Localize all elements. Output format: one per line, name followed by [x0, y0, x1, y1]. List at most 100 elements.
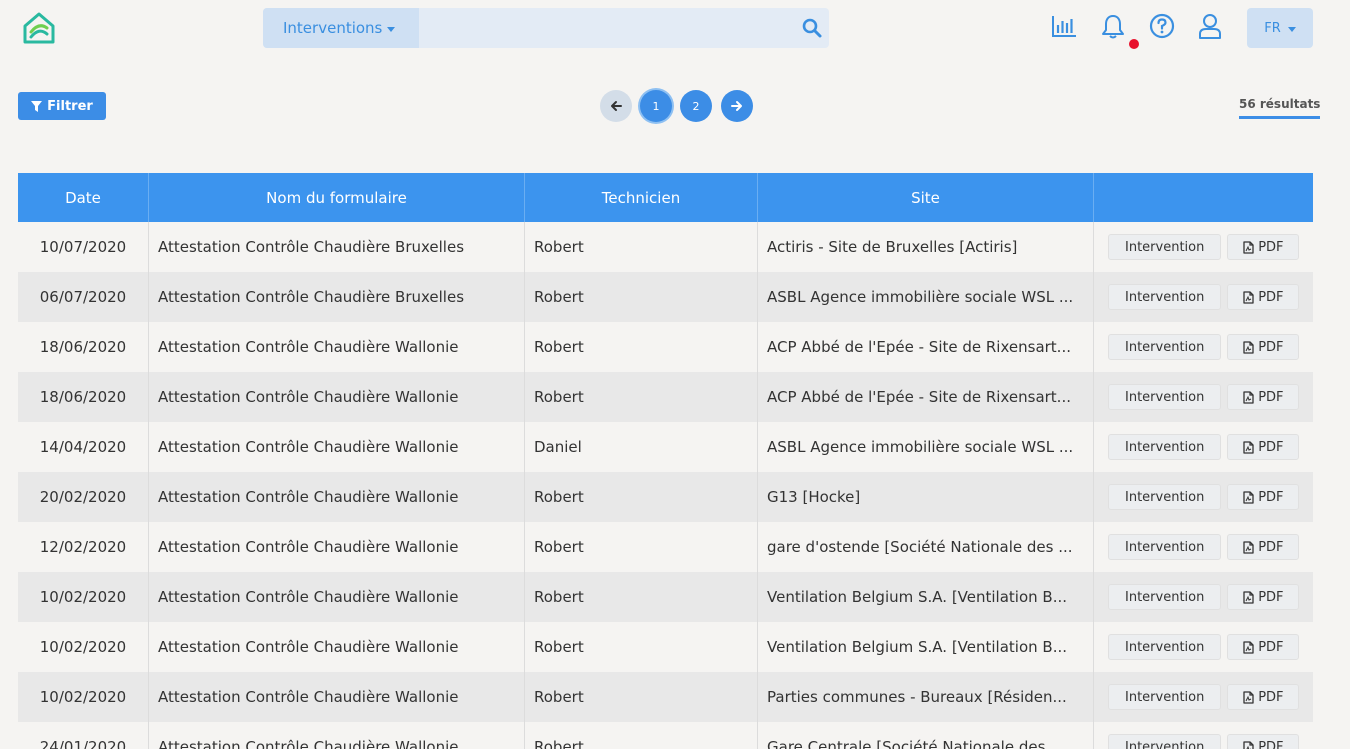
cell-technician: Daniel [525, 422, 758, 472]
pagination-prev-button[interactable] [600, 90, 632, 122]
column-header-technician[interactable]: Technicien [525, 173, 758, 222]
cell-actions: Intervention PDF [1094, 472, 1313, 522]
table-row[interactable]: 10/02/2020 Attestation Contrôle Chaudièr… [18, 672, 1313, 722]
pdf-button[interactable]: PDF [1227, 684, 1300, 710]
file-pdf-icon [1243, 740, 1254, 749]
cell-site-text: Actiris - Site de Bruxelles [Actiris] [767, 238, 1018, 256]
column-header-form[interactable]: Nom du formulaire [149, 173, 525, 222]
cell-form-name: Attestation Contrôle Chaudière Wallonie [149, 372, 525, 422]
column-header-site[interactable]: Site [758, 173, 1094, 222]
table-row[interactable]: 12/02/2020 Attestation Contrôle Chaudièr… [18, 522, 1313, 572]
cell-technician: Robert [525, 722, 758, 749]
cell-site-text: gare d'ostende [Société Nationale des ..… [767, 538, 1073, 556]
logo-icon[interactable] [22, 11, 56, 45]
top-header: Interventions FR [0, 0, 1350, 60]
file-pdf-icon [1243, 540, 1254, 554]
cell-form-name: Attestation Contrôle Chaudière Wallonie [149, 522, 525, 572]
notification-dot [1129, 39, 1139, 49]
bell-icon[interactable] [1099, 12, 1127, 40]
cell-technician: Robert [525, 322, 758, 372]
pdf-button[interactable]: PDF [1227, 334, 1300, 360]
language-select[interactable]: FR [1247, 8, 1313, 48]
pdf-button[interactable]: PDF [1227, 434, 1300, 460]
pdf-label: PDF [1258, 589, 1284, 605]
table-row[interactable]: 10/02/2020 Attestation Contrôle Chaudièr… [18, 622, 1313, 672]
pagination-page-2[interactable]: 2 [680, 90, 712, 122]
intervention-button[interactable]: Intervention [1108, 734, 1222, 749]
cell-site: ASBL Agence immobilière sociale WSL ... [758, 272, 1094, 322]
table-row[interactable]: 18/06/2020 Attestation Contrôle Chaudièr… [18, 322, 1313, 372]
file-pdf-icon [1243, 390, 1254, 404]
pdf-label: PDF [1258, 489, 1284, 505]
pdf-button[interactable]: PDF [1227, 284, 1300, 310]
pagination-next-button[interactable] [721, 90, 753, 122]
filter-label: Filtrer [47, 98, 93, 114]
cell-form-name: Attestation Contrôle Chaudière Wallonie [149, 422, 525, 472]
cell-date: 18/06/2020 [18, 372, 149, 422]
intervention-button[interactable]: Intervention [1108, 634, 1222, 660]
cell-site-text: ACP Abbé de l'Epée - Site de Rixensart..… [767, 338, 1071, 356]
cell-site: Actiris - Site de Bruxelles [Actiris] [758, 222, 1094, 272]
cell-actions: Intervention PDF [1094, 522, 1313, 572]
search-input[interactable] [419, 8, 791, 48]
intervention-button[interactable]: Intervention [1108, 534, 1222, 560]
pdf-button[interactable]: PDF [1227, 534, 1300, 560]
pagination-page-1[interactable]: 1 [640, 90, 672, 122]
cell-actions: Intervention PDF [1094, 272, 1313, 322]
pdf-button[interactable]: PDF [1227, 234, 1300, 260]
help-icon[interactable] [1148, 12, 1176, 40]
table-row[interactable]: 24/01/2020 Attestation Contrôle Chaudièr… [18, 722, 1313, 749]
intervention-button[interactable]: Intervention [1108, 434, 1222, 460]
cell-actions: Intervention PDF [1094, 622, 1313, 672]
cell-actions: Intervention PDF [1094, 422, 1313, 472]
table-row[interactable]: 10/07/2020 Attestation Contrôle Chaudièr… [18, 222, 1313, 272]
cell-technician: Robert [525, 272, 758, 322]
cell-actions: Intervention PDF [1094, 672, 1313, 722]
cell-site-text: ASBL Agence immobilière sociale WSL ... [767, 288, 1074, 306]
table-body: 10/07/2020 Attestation Contrôle Chaudièr… [18, 222, 1313, 749]
cell-date: 10/07/2020 [18, 222, 149, 272]
filter-button[interactable]: Filtrer [18, 92, 106, 120]
search-icon[interactable] [801, 17, 823, 39]
cell-form-name: Attestation Contrôle Chaudière Bruxelles [149, 272, 525, 322]
chevron-down-icon [387, 26, 396, 32]
intervention-button[interactable]: Intervention [1108, 684, 1222, 710]
intervention-button[interactable]: Intervention [1108, 484, 1222, 510]
cell-actions: Intervention PDF [1094, 222, 1313, 272]
intervention-button[interactable]: Intervention [1108, 384, 1222, 410]
pdf-button[interactable]: PDF [1227, 584, 1300, 610]
cell-form-name: Attestation Contrôle Chaudière Wallonie [149, 722, 525, 749]
pdf-label: PDF [1258, 239, 1284, 255]
cell-date: 10/02/2020 [18, 622, 149, 672]
file-pdf-icon [1243, 240, 1254, 254]
table-row[interactable]: 14/04/2020 Attestation Contrôle Chaudièr… [18, 422, 1313, 472]
stats-icon[interactable] [1050, 12, 1078, 40]
pdf-label: PDF [1258, 639, 1284, 655]
cell-form-name: Attestation Contrôle Chaudière Wallonie [149, 322, 525, 372]
cell-actions: Intervention PDF [1094, 372, 1313, 422]
cell-site-text: G13 [Hocke] [767, 488, 861, 506]
table-row[interactable]: 20/02/2020 Attestation Contrôle Chaudièr… [18, 472, 1313, 522]
pdf-button[interactable]: PDF [1227, 484, 1300, 510]
column-header-date[interactable]: Date [18, 173, 149, 222]
pdf-button[interactable]: PDF [1227, 734, 1300, 749]
cell-date: 06/07/2020 [18, 272, 149, 322]
cell-date: 12/02/2020 [18, 522, 149, 572]
cell-site: Parties communes - Bureaux [Résiden... [758, 672, 1094, 722]
table-row[interactable]: 06/07/2020 Attestation Contrôle Chaudièr… [18, 272, 1313, 322]
table-row[interactable]: 10/02/2020 Attestation Contrôle Chaudièr… [18, 572, 1313, 622]
table-row[interactable]: 18/06/2020 Attestation Contrôle Chaudièr… [18, 372, 1313, 422]
pdf-button[interactable]: PDF [1227, 634, 1300, 660]
file-pdf-icon [1243, 440, 1254, 454]
intervention-button[interactable]: Intervention [1108, 334, 1222, 360]
cell-site-text: Gare Centrale [Société Nationale des ... [767, 738, 1065, 749]
search-category-select[interactable]: Interventions [263, 8, 419, 48]
user-icon[interactable] [1196, 12, 1224, 40]
file-pdf-icon [1243, 690, 1254, 704]
pdf-button[interactable]: PDF [1227, 384, 1300, 410]
cell-technician: Robert [525, 622, 758, 672]
cell-site: G13 [Hocke] [758, 472, 1094, 522]
intervention-button[interactable]: Intervention [1108, 234, 1222, 260]
intervention-button[interactable]: Intervention [1108, 284, 1222, 310]
intervention-button[interactable]: Intervention [1108, 584, 1222, 610]
